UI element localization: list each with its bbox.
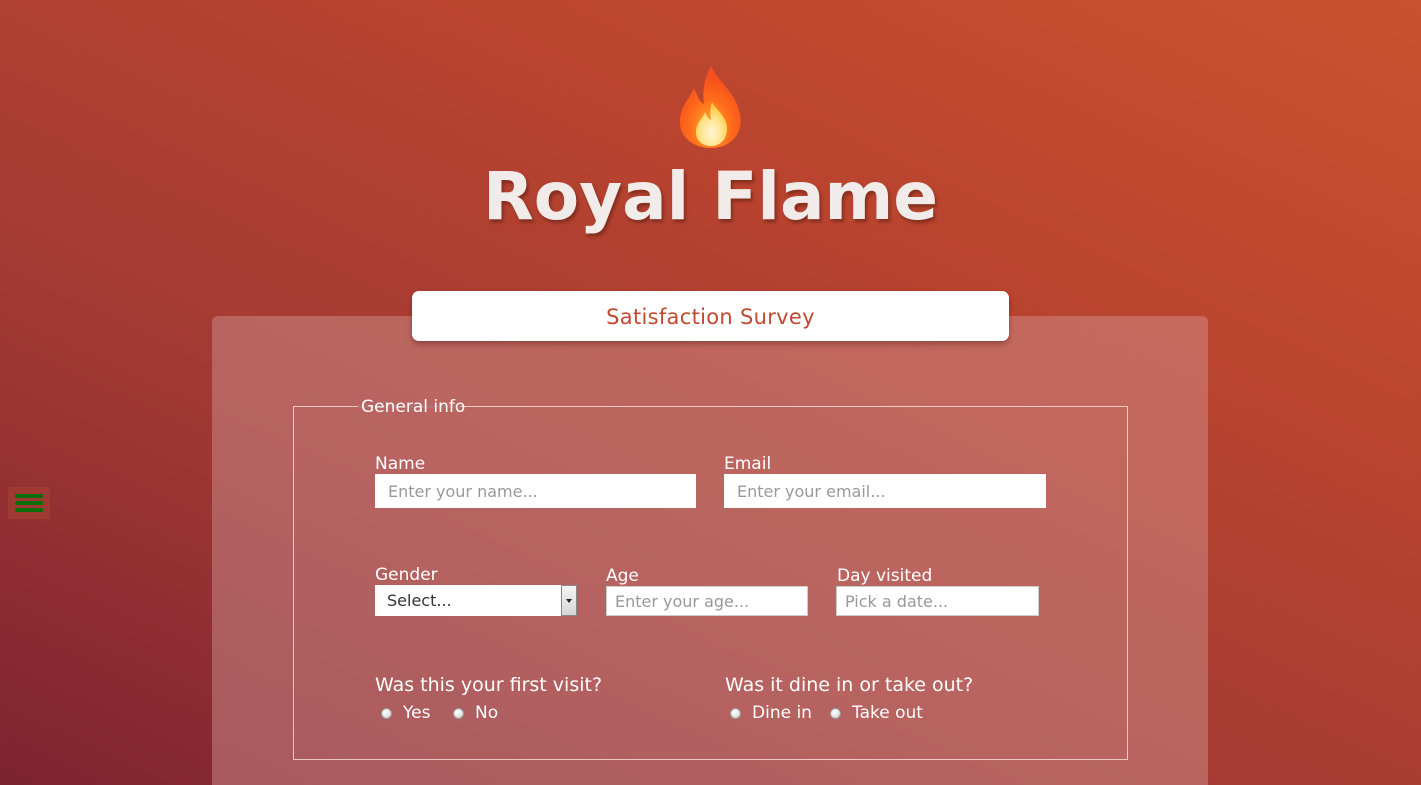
- gender-label: Gender: [375, 565, 438, 585]
- first-visit-yes-radio[interactable]: Yes: [381, 703, 430, 723]
- radio-button[interactable]: [453, 707, 464, 719]
- age-label: Age: [606, 566, 639, 586]
- age-input[interactable]: [606, 586, 808, 616]
- fire-icon: [679, 66, 741, 148]
- day-visited-label: Day visited: [837, 566, 933, 586]
- gender-select[interactable]: Select...: [375, 585, 577, 616]
- email-input[interactable]: [724, 474, 1046, 508]
- first-visit-no-radio[interactable]: No: [453, 703, 498, 723]
- menu-bar: [15, 494, 43, 498]
- first-visit-question: Was this your first visit?: [375, 674, 603, 696]
- hamburger-menu-icon[interactable]: [8, 487, 50, 519]
- radio-button[interactable]: [830, 707, 841, 719]
- brand-title: Royal Flame: [482, 158, 939, 235]
- radio-label: Dine in: [752, 703, 812, 723]
- radio-button[interactable]: [381, 707, 392, 719]
- radio-label: Take out: [852, 703, 923, 723]
- name-label: Name: [375, 454, 426, 474]
- menu-bar: [15, 508, 43, 512]
- dine-type-question: Was it dine in or take out?: [725, 674, 974, 696]
- dine-in-radio[interactable]: Dine in: [730, 703, 812, 723]
- gender-select-value: Select...: [387, 591, 452, 610]
- radio-label: Yes: [403, 703, 431, 723]
- radio-label: No: [475, 703, 499, 723]
- survey-title-tab: Satisfaction Survey: [412, 291, 1009, 341]
- chevron-down-icon[interactable]: [561, 585, 577, 616]
- day-visited-input[interactable]: [836, 586, 1039, 616]
- radio-button[interactable]: [730, 707, 741, 719]
- fieldset-legend: General info: [361, 397, 466, 417]
- email-label: Email: [724, 454, 772, 474]
- menu-bar: [15, 501, 43, 505]
- take-out-radio[interactable]: Take out: [830, 703, 923, 723]
- name-input[interactable]: [375, 474, 696, 508]
